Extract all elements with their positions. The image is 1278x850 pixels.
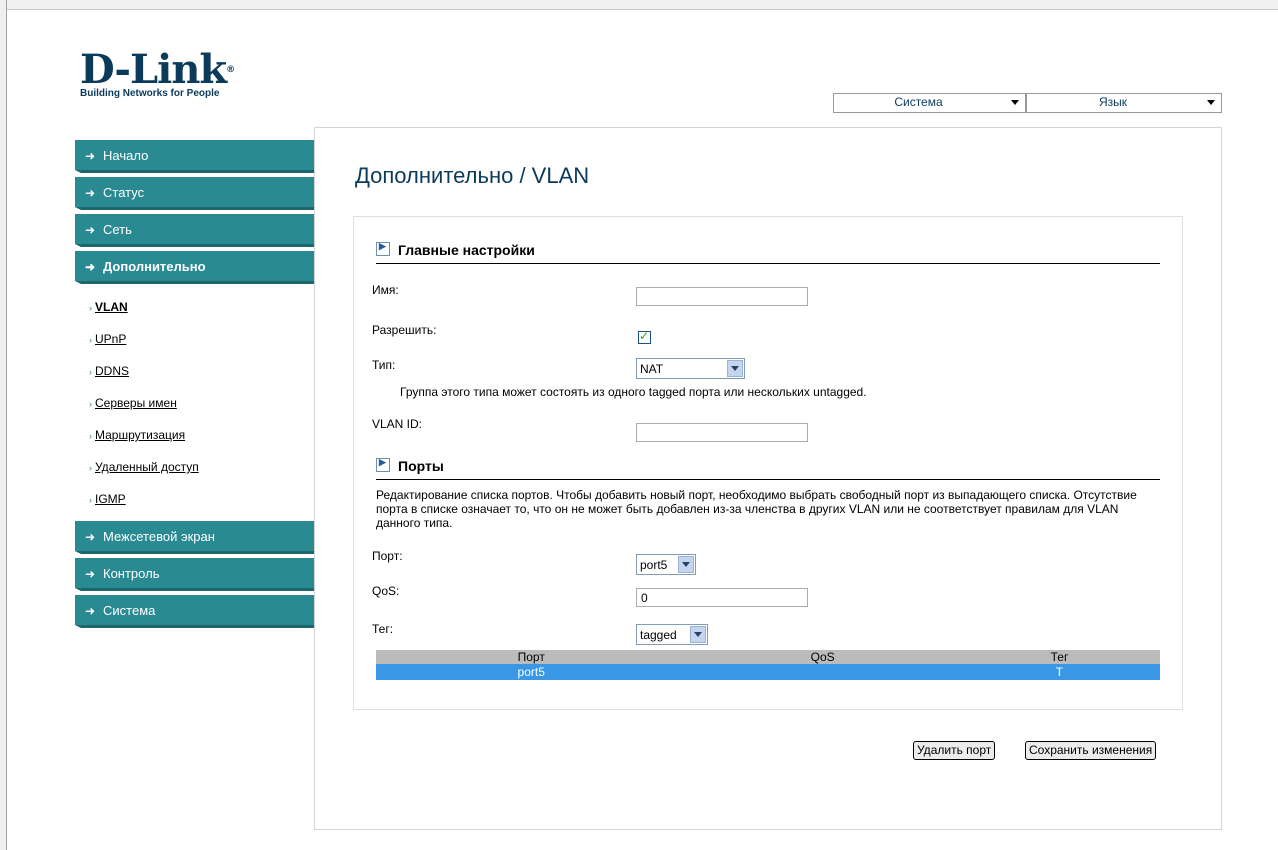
ports-description: Редактирование списка портов. Чтобы доба… [376, 488, 1137, 530]
window-top-border [0, 0, 1278, 10]
submenu-link-routing[interactable]: Маршрутизация [95, 428, 185, 442]
bullet-icon: › [89, 367, 92, 377]
sidebar-item-label: Сеть [103, 222, 132, 237]
ports-table: Порт QoS Тег port5 T [376, 650, 1160, 680]
submenu-item-remote-access[interactable]: › Удаленный доступ [75, 451, 315, 483]
arrow-right-icon: ➜ [85, 567, 96, 581]
port-select-value: port5 [640, 558, 668, 572]
chevron-down-icon [678, 556, 694, 573]
submenu-item-routing[interactable]: › Маршрутизация [75, 419, 315, 451]
general-settings-heading: Главные настройки [376, 241, 1160, 264]
type-select-value: NAT [640, 362, 664, 376]
arrow-right-icon: ➜ [85, 260, 96, 274]
submenu-link-upnp[interactable]: UPnP [95, 332, 126, 346]
advanced-submenu: › VLAN › UPnP › DDNS › Серверы имен › Маршрут… [75, 288, 315, 521]
sidebar-item-control[interactable]: ➜ Контроль [75, 558, 315, 591]
vlan-id-input[interactable] [636, 423, 808, 442]
cell-port: port5 [376, 664, 687, 680]
table-header-row: Порт QoS Тег [376, 650, 1160, 664]
save-changes-button[interactable]: Сохранить изменения [1025, 741, 1157, 760]
sidebar-item-label: Статус [103, 185, 145, 200]
port-select[interactable]: port5 [636, 554, 696, 575]
system-menu-label: Система [894, 95, 943, 109]
arrow-right-icon: ➜ [85, 149, 96, 163]
ports-heading: Порты [376, 457, 1160, 480]
enable-label: Разрешить: [372, 323, 437, 337]
sidebar-item-network[interactable]: ➜ Сеть [75, 214, 315, 247]
submenu-item-igmp[interactable]: › IGMP [75, 483, 315, 515]
table-row[interactable]: port5 T [376, 664, 1160, 680]
port-label: Порт: [372, 549, 403, 563]
system-menu-select[interactable]: Система [833, 93, 1026, 113]
page-title: Дополнительно / VLAN [355, 163, 590, 188]
bullet-icon: › [89, 431, 92, 441]
sidebar-item-firewall[interactable]: ➜ Межсетевой экран [75, 521, 315, 554]
sidebar-item-system[interactable]: ➜ Система [75, 595, 315, 628]
qos-input[interactable] [636, 588, 808, 607]
submenu-item-upnp[interactable]: › UPnP [75, 323, 315, 355]
tag-select[interactable]: tagged [636, 624, 708, 645]
arrow-right-icon: ➜ [85, 223, 96, 237]
type-hint: Группа этого типа может состоять из одно… [400, 385, 867, 399]
delete-port-button[interactable]: Удалить порт [913, 741, 996, 760]
submenu-link-vlan[interactable]: VLAN [95, 300, 128, 314]
bullet-icon: › [89, 495, 92, 505]
vlan-id-label: VLAN ID: [372, 417, 423, 431]
section-title: Порты [398, 458, 444, 474]
section-arrow-icon [376, 241, 390, 256]
sidebar-item-label: Контроль [103, 566, 160, 581]
sidebar-item-label: Дополнительно [103, 259, 206, 274]
window-left-border [0, 0, 7, 850]
sidebar-item-label: Система [103, 603, 156, 618]
cell-qos [686, 664, 959, 680]
bullet-icon: › [89, 335, 92, 345]
logo-text: D-Link [80, 46, 227, 93]
column-header-qos: QoS [686, 650, 959, 664]
column-header-tag: Тег [958, 650, 1160, 664]
logo-tagline: Building Networks for People [80, 88, 220, 99]
settings-panel: Главные настройки Имя: Разрешить: Тип: N… [353, 216, 1183, 710]
sidebar-item-label: Начало [103, 148, 149, 163]
chevron-down-icon [1011, 100, 1019, 105]
submenu-item-dns-servers[interactable]: › Серверы имен [75, 387, 315, 419]
sidebar: ➜ Начало ➜ Статус ➜ Сеть ➜ Дополнительно › VL… [75, 140, 315, 632]
submenu-link-ddns[interactable]: DDNS [95, 364, 129, 378]
column-header-port: Порт [376, 650, 687, 664]
main-content: Дополнительно / VLAN Главные настройки И… [314, 127, 1222, 830]
type-select[interactable]: NAT [636, 358, 745, 379]
bullet-icon: › [89, 399, 92, 409]
chevron-down-icon [690, 626, 706, 643]
submenu-item-vlan[interactable]: › VLAN [75, 291, 315, 323]
section-title: Главные настройки [398, 242, 535, 258]
language-menu-select[interactable]: Язык [1026, 93, 1222, 113]
sidebar-item-home[interactable]: ➜ Начало [75, 140, 315, 173]
sidebar-item-label: Межсетевой экран [103, 529, 215, 544]
section-arrow-icon [376, 457, 390, 472]
bullet-icon: › [89, 463, 92, 473]
arrow-right-icon: ➜ [85, 604, 96, 618]
submenu-item-ddns[interactable]: › DDNS [75, 355, 315, 387]
dlink-logo: D-Link® Building Networks for People [80, 50, 235, 100]
submenu-link-igmp[interactable]: IGMP [95, 492, 126, 506]
sidebar-item-status[interactable]: ➜ Статус [75, 177, 315, 210]
tag-select-value: tagged [640, 628, 677, 642]
bullet-icon: › [89, 303, 92, 313]
enable-checkbox[interactable] [638, 329, 651, 344]
name-input[interactable] [636, 287, 808, 306]
cell-tag: T [958, 664, 1160, 680]
qos-label: QoS: [372, 584, 400, 598]
sidebar-item-advanced[interactable]: ➜ Дополнительно [75, 251, 315, 284]
arrow-right-icon: ➜ [85, 530, 96, 544]
type-label: Тип: [372, 358, 396, 372]
language-menu-label: Язык [1098, 95, 1128, 109]
name-label: Имя: [372, 283, 399, 297]
submenu-link-remote-access[interactable]: Удаленный доступ [95, 460, 199, 474]
tag-label: Тег: [372, 622, 394, 636]
logo-registered-mark: ® [226, 65, 235, 75]
submenu-link-dns-servers[interactable]: Серверы имен [95, 396, 177, 410]
chevron-down-icon [1207, 100, 1215, 105]
arrow-right-icon: ➜ [85, 186, 96, 200]
chevron-down-icon [727, 360, 743, 377]
